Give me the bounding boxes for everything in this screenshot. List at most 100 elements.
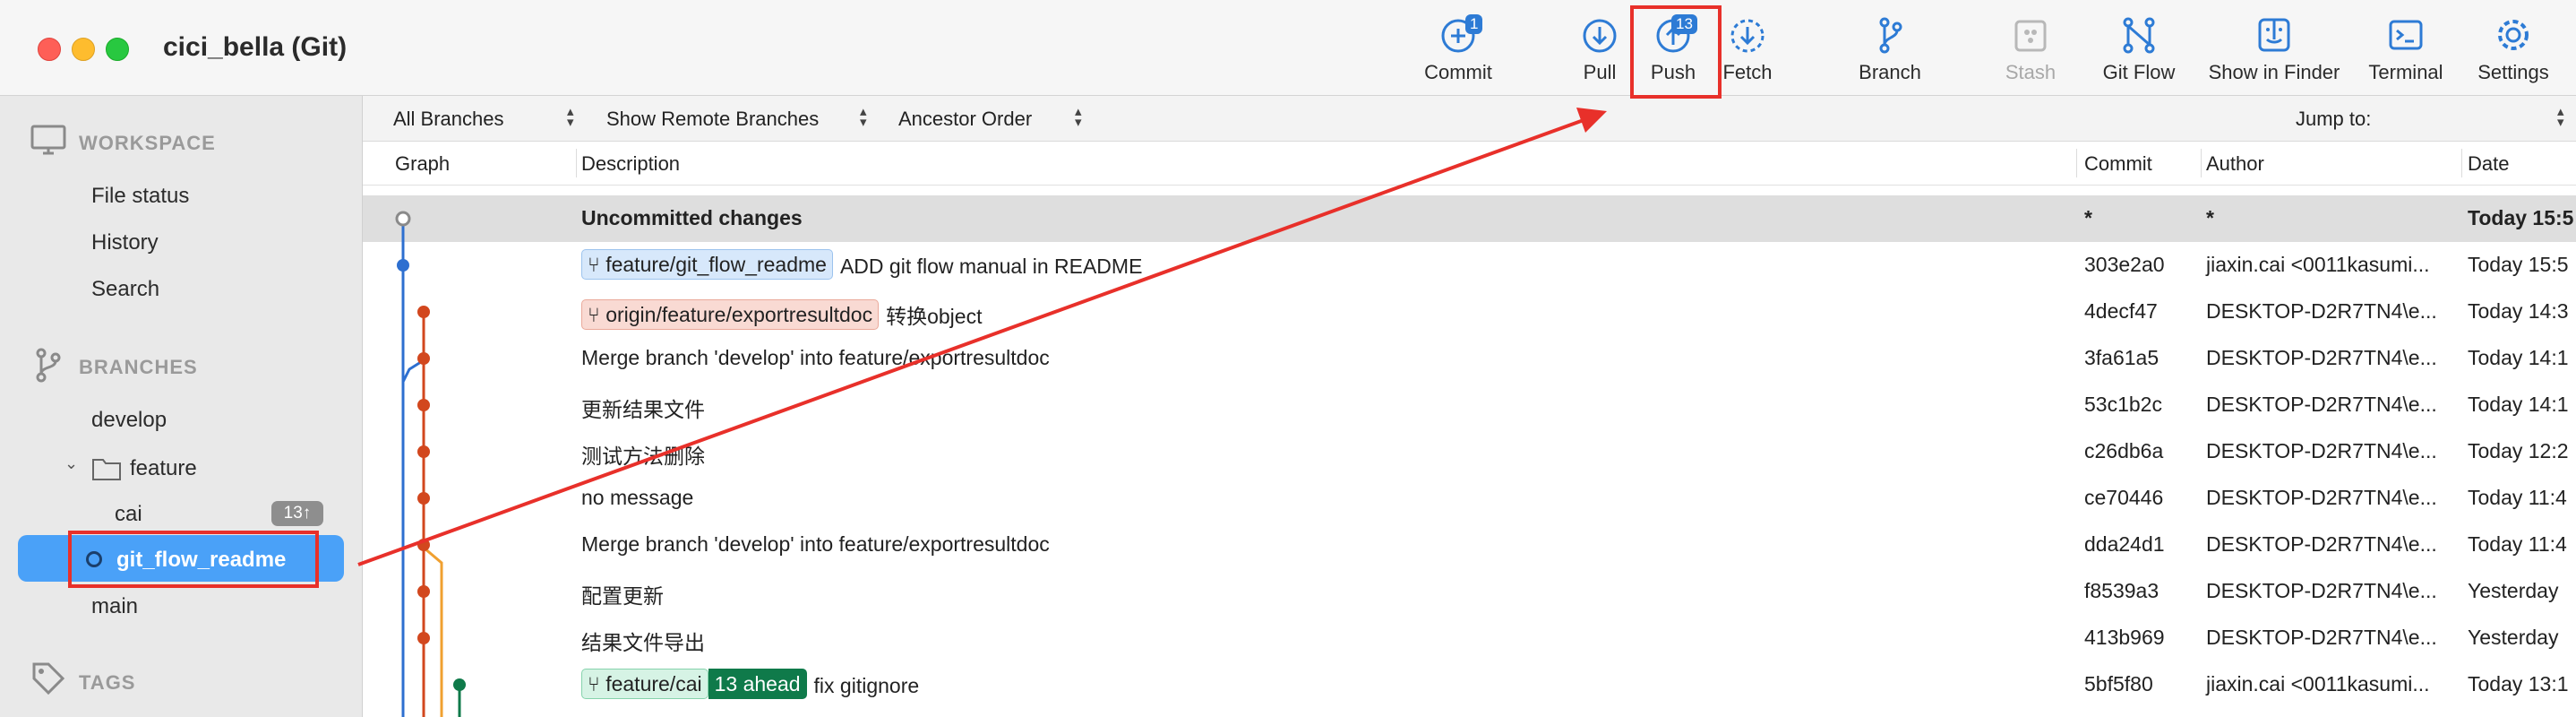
column-divider[interactable]	[2076, 149, 2077, 177]
sidebar-item-develop[interactable]: develop	[91, 408, 167, 433]
table-row[interactable]: 结果文件导出 413b969 DESKTOP-D2R7TN4\e... Yest…	[363, 615, 2576, 661]
git-flow-button[interactable]: Git Flow	[2091, 14, 2187, 90]
sidebar-item-main[interactable]: main	[91, 594, 138, 619]
table-row[interactable]: Uncommitted changes * * Today 15:5	[363, 195, 2576, 242]
table-row[interactable]: Merge branch 'develop' into feature/expo…	[363, 522, 2576, 568]
author-cell: jiaxin.cai <0011kasumi...	[2206, 672, 2430, 695]
author-cell: DESKTOP-D2R7TN4\e...	[2206, 486, 2437, 509]
branch-button[interactable]: Branch	[1843, 14, 1936, 90]
commit-message: ADD git flow manual in README	[839, 255, 1143, 279]
pull-button[interactable]: Pull	[1562, 14, 1637, 90]
table-row[interactable]: 配置更新 f8539a3 DESKTOP-D2R7TN4\e... Yester…	[363, 568, 2576, 615]
column-graph[interactable]: Graph	[395, 152, 450, 176]
commit-graph	[395, 211, 466, 717]
table-row[interactable]: no message ce70446 DESKTOP-D2R7TN4\e... …	[363, 475, 2576, 522]
graph-node	[417, 445, 430, 458]
commit-cell: c26db6a	[2084, 439, 2164, 462]
workspace-section-title: WORKSPACE	[79, 132, 216, 154]
zoom-window-button[interactable]	[106, 38, 129, 61]
graph-node	[417, 585, 430, 598]
author-cell: DESKTOP-D2R7TN4\e...	[2206, 439, 2437, 462]
remote-branch-tag[interactable]: ⑂ origin/feature/exportresultdoc	[581, 298, 880, 330]
table-row[interactable]: ⑂ feature/git_flow_readme ADD git flow ma…	[363, 242, 2576, 289]
date-cell: Yesterday	[2468, 626, 2559, 649]
column-divider[interactable]	[2461, 149, 2462, 177]
commit-cell: dda24d1	[2084, 532, 2165, 556]
folder-icon	[91, 456, 122, 486]
jump-to-label[interactable]: Jump to:	[2296, 108, 2371, 131]
description-cell: Merge branch 'develop' into feature/expo…	[581, 346, 1050, 369]
show-in-finder-button[interactable]: Show in Finder	[2196, 14, 2352, 90]
graph-node	[397, 259, 409, 272]
author-cell: DESKTOP-D2R7TN4\e...	[2206, 393, 2437, 416]
workspace-icon	[30, 125, 66, 160]
column-commit[interactable]: Commit	[2084, 152, 2152, 176]
git-flow-icon	[2091, 14, 2187, 59]
commit-cell: 3fa61a5	[2084, 346, 2160, 369]
minimize-window-button[interactable]	[72, 38, 95, 61]
description-cell: ⑂ feature/git_flow_readme ADD git flow ma…	[581, 249, 1143, 283]
branch-tag[interactable]: ⑂ feature/cai	[581, 669, 708, 699]
highlight-box-branch	[68, 531, 319, 588]
commit-count-badge: 1	[1465, 14, 1483, 34]
description-cell: ⑂ origin/feature/exportresultdoc 转换object	[581, 298, 983, 333]
sidebar-item-feature-folder[interactable]: feature	[130, 456, 197, 481]
date-cell: Today 15:5	[2468, 253, 2569, 276]
date-cell: Today 11:4	[2468, 532, 2567, 556]
column-divider[interactable]	[576, 149, 577, 177]
branch-filter-select[interactable]: All Branches	[393, 108, 504, 131]
stash-button[interactable]: Stash	[1990, 14, 2071, 90]
commit-button[interactable]: 1 Commit	[1415, 14, 1501, 90]
column-date[interactable]: Date	[2468, 152, 2509, 176]
table-row[interactable]: 测试方法删除 c26db6a DESKTOP-D2R7TN4\e... Toda…	[363, 428, 2576, 475]
terminal-label: Terminal	[2368, 61, 2443, 83]
graph-node	[417, 539, 430, 551]
column-divider[interactable]	[2201, 149, 2202, 177]
graph-node-uncommitted	[395, 211, 411, 227]
commit-cell: ce70446	[2084, 486, 2164, 509]
terminal-button[interactable]: Terminal	[2361, 14, 2451, 90]
table-row[interactable]: 更新结果文件 53c1b2c DESKTOP-D2R7TN4\e... Toda…	[363, 382, 2576, 428]
filter-bar: All Branches ▴ ▾ Show Remote Branches ▴ ▾ …	[363, 96, 2576, 142]
description-cell: 配置更新	[581, 584, 664, 608]
column-headers: Graph Description Commit Author Date	[363, 142, 2576, 186]
branches-icon	[30, 347, 66, 387]
column-author[interactable]: Author	[2206, 152, 2264, 176]
description-cell: 结果文件导出	[581, 631, 705, 654]
author-cell: DESKTOP-D2R7TN4\e...	[2206, 579, 2437, 602]
branches-section-title: BRANCHES	[79, 356, 198, 378]
commit-cell: 303e2a0	[2084, 253, 2165, 276]
table-row[interactable]: Merge branch 'develop' into feature/expo…	[363, 335, 2576, 382]
settings-label: Settings	[2477, 61, 2549, 83]
author-cell: *	[2206, 206, 2214, 229]
settings-button[interactable]: Settings	[2469, 14, 2558, 90]
sidebar-item-cai[interactable]: cai	[115, 502, 142, 527]
commit-message: 转换object	[886, 305, 983, 328]
branch-tag-label: feature/git_flow_readme	[605, 253, 827, 276]
sidebar-item-file-status[interactable]: File status	[91, 184, 189, 209]
close-window-button[interactable]	[38, 38, 61, 61]
branch-icon: ⑂	[588, 302, 606, 326]
select-arrows-icon: ▴ ▾	[860, 104, 867, 130]
author-cell: jiaxin.cai <0011kasumi...	[2206, 253, 2430, 276]
graph-node	[417, 492, 430, 505]
table-row[interactable]: ⑂ origin/feature/exportresultdoc 转换object…	[363, 289, 2576, 335]
sidebar: WORKSPACE File status History Search BRA…	[0, 96, 363, 717]
remote-branches-select[interactable]: Show Remote Branches	[606, 108, 819, 131]
table-row[interactable]: ⑂ feature/cai 13 ahead fix gitignore 5bf5f…	[363, 661, 2576, 708]
sidebar-item-search[interactable]: Search	[91, 277, 159, 302]
order-select[interactable]: Ancestor Order	[898, 108, 1032, 131]
chevron-down-icon[interactable]: ⌄	[64, 454, 78, 473]
stash-label: Stash	[2005, 61, 2057, 83]
date-cell: Yesterday	[2468, 579, 2559, 602]
commit-icon	[1415, 14, 1501, 59]
branch-tag[interactable]: ⑂ feature/git_flow_readme	[581, 249, 833, 280]
commit-cell: f8539a3	[2084, 579, 2160, 602]
description-cell: ⑂ feature/cai 13 ahead fix gitignore	[581, 669, 919, 703]
highlight-box-push	[1630, 5, 1722, 99]
select-arrows-icon: ▴ ▾	[1075, 104, 1082, 130]
column-description[interactable]: Description	[581, 152, 680, 176]
tag-icon	[30, 661, 66, 701]
description-cell: 测试方法删除	[581, 445, 705, 468]
sidebar-item-history[interactable]: History	[91, 230, 159, 255]
